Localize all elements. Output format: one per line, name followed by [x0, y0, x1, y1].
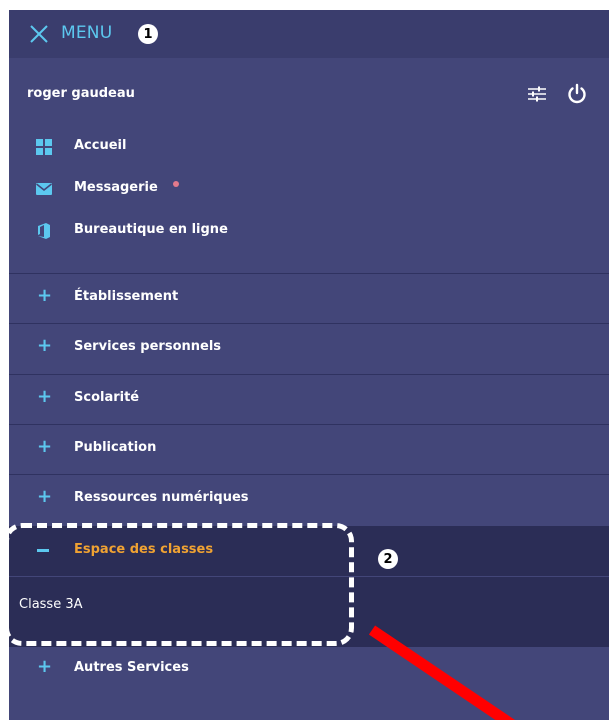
plus-icon: + [37, 285, 53, 306]
section-autres-services[interactable]: + Autres Services [9, 645, 609, 695]
office-icon [38, 223, 50, 239]
annotation-badge-2: 2 [378, 549, 398, 569]
notification-dot [173, 181, 179, 187]
close-x-icon[interactable] [29, 24, 49, 44]
user-name[interactable]: roger gaudeau [27, 86, 135, 101]
plus-icon: + [37, 436, 53, 457]
plus-icon: + [37, 386, 53, 407]
mail-icon [36, 183, 52, 195]
section-ressources-numeriques[interactable]: + Ressources numériques [9, 474, 609, 524]
power-icon[interactable] [566, 83, 588, 105]
annotation-badge-1: 1 [138, 24, 158, 44]
user-row: roger gaudeau [9, 58, 609, 128]
plus-icon: + [37, 656, 53, 677]
quick-link-label: Messagerie [74, 180, 158, 195]
menu-title[interactable]: MENU [61, 23, 112, 43]
section-label: Publication [74, 440, 157, 455]
quick-link-accueil[interactable]: Accueil [9, 132, 609, 162]
quick-link-label: Accueil [74, 138, 127, 153]
section-label: Établissement [74, 289, 179, 304]
quick-link-bureautique[interactable]: Bureautique en ligne [9, 216, 609, 246]
section-label: Ressources numériques [74, 490, 249, 505]
grid-icon [36, 139, 52, 155]
plus-icon: + [37, 335, 53, 356]
section-services-personnels[interactable]: + Services personnels [9, 323, 609, 373]
section-label: Scolarité [74, 390, 140, 405]
annotation-dashed-box [4, 523, 354, 646]
section-publication[interactable]: + Publication [9, 424, 609, 474]
quick-link-messagerie[interactable]: Messagerie [9, 174, 609, 204]
menu-topbar: MENU 1 [9, 10, 609, 58]
section-scolarite[interactable]: + Scolarité [9, 374, 609, 424]
sliders-icon[interactable] [527, 86, 547, 102]
plus-icon: + [37, 486, 53, 507]
section-label: Services personnels [74, 339, 222, 354]
section-etablissement[interactable]: + Établissement [9, 273, 609, 323]
section-label: Autres Services [74, 660, 189, 675]
quick-link-label: Bureautique en ligne [74, 222, 228, 237]
